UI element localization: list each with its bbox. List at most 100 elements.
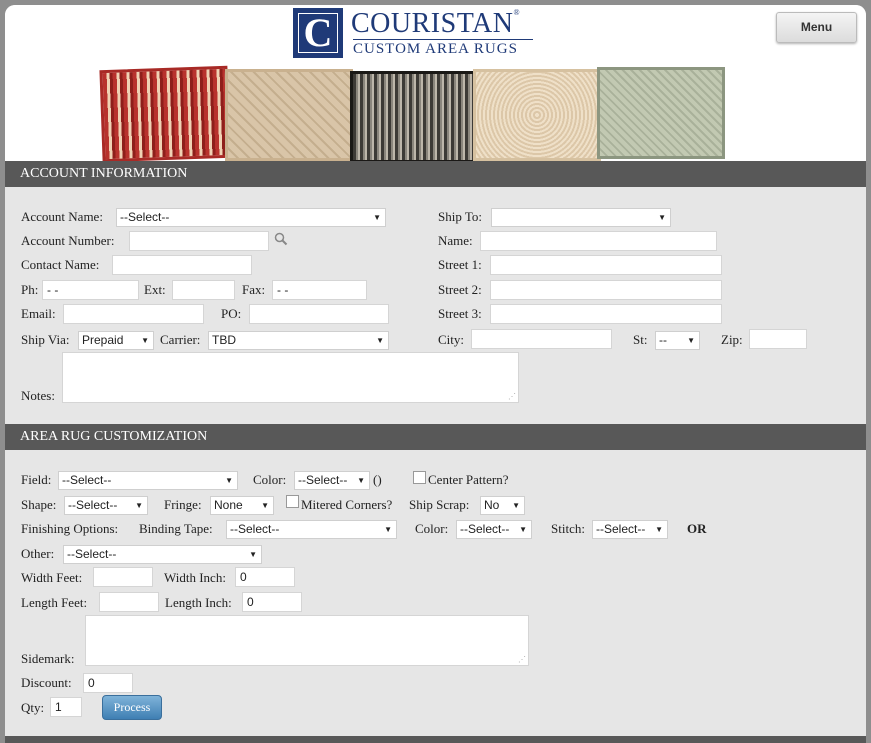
page-frame: C COURISTAN® CUSTOM AREA RUGS Menu ACCOU… bbox=[5, 5, 866, 743]
or-label: OR bbox=[687, 521, 707, 536]
finishing-options-label: Finishing Options: bbox=[21, 521, 119, 536]
state-label: St: bbox=[633, 332, 648, 347]
street3-label: Street 3: bbox=[438, 306, 482, 321]
shape-select-value: --Select-- bbox=[68, 498, 118, 512]
state-select[interactable]: -- ▼ bbox=[655, 331, 700, 350]
city-label: City: bbox=[438, 332, 465, 347]
ship-to-label: Ship To: bbox=[438, 209, 483, 224]
binding-color-select[interactable]: --Select-- ▼ bbox=[456, 520, 532, 539]
account-number-input[interactable] bbox=[129, 231, 269, 251]
carrier-label: Carrier: bbox=[160, 332, 201, 347]
notes-textarea[interactable]: ⋰ bbox=[62, 352, 519, 403]
binding-tape-select-value: --Select-- bbox=[230, 522, 280, 536]
email-input[interactable] bbox=[63, 304, 204, 324]
logo-title: COURISTAN® bbox=[351, 8, 520, 40]
street1-input[interactable] bbox=[490, 255, 722, 275]
city-input[interactable] bbox=[471, 329, 612, 349]
discount-label: Discount: bbox=[21, 675, 72, 690]
resize-grip-icon[interactable]: ⋰ bbox=[508, 393, 516, 401]
shape-label: Shape: bbox=[21, 497, 57, 512]
ext-input[interactable] bbox=[172, 280, 235, 300]
rug-image-tan-diamond bbox=[225, 69, 353, 161]
stitch-label: Stitch: bbox=[551, 521, 585, 536]
chevron-down-icon: ▼ bbox=[376, 336, 384, 345]
street1-label: Street 1: bbox=[438, 257, 482, 272]
binding-tape-label: Binding Tape: bbox=[139, 521, 213, 536]
email-label: Email: bbox=[21, 306, 56, 321]
header: C COURISTAN® CUSTOM AREA RUGS Menu bbox=[5, 5, 866, 163]
ship-via-label: Ship Via: bbox=[21, 332, 70, 347]
logo-mark-icon: C bbox=[293, 8, 343, 58]
ship-scrap-label: Ship Scrap: bbox=[409, 497, 470, 512]
resize-grip-icon[interactable]: ⋰ bbox=[518, 656, 526, 664]
logo-rule bbox=[353, 39, 533, 40]
sidemark-textarea[interactable]: ⋰ bbox=[85, 615, 529, 666]
customization-section-header: AREA RUG CUSTOMIZATION bbox=[5, 424, 866, 450]
other-select[interactable]: --Select-- ▼ bbox=[63, 545, 262, 564]
brand-name: COURISTAN bbox=[351, 8, 514, 39]
chevron-down-icon: ▼ bbox=[225, 476, 233, 485]
rug-image-sage-lattice bbox=[597, 67, 725, 159]
width-feet-input[interactable] bbox=[93, 567, 153, 587]
length-feet-label: Length Feet: bbox=[21, 595, 88, 610]
discount-input[interactable]: 0 bbox=[83, 673, 133, 693]
zip-label: Zip: bbox=[721, 332, 743, 347]
binding-tape-select[interactable]: --Select-- ▼ bbox=[226, 520, 397, 539]
chevron-down-icon: ▼ bbox=[687, 336, 695, 345]
mitered-corners-label: Mitered Corners? bbox=[301, 497, 393, 512]
fax-input[interactable]: - - bbox=[272, 280, 367, 300]
contact-name-input[interactable] bbox=[112, 255, 252, 275]
logo-mark-letter: C bbox=[298, 13, 338, 53]
carrier-select-value: TBD bbox=[212, 333, 236, 347]
length-feet-input[interactable] bbox=[99, 592, 159, 612]
carrier-select[interactable]: TBD ▼ bbox=[208, 331, 389, 350]
state-select-value: -- bbox=[659, 333, 667, 347]
street2-input[interactable] bbox=[490, 280, 722, 300]
account-section-header: ACCOUNT INFORMATION bbox=[5, 161, 866, 187]
qty-input[interactable]: 1 bbox=[50, 697, 82, 717]
ship-name-input[interactable] bbox=[480, 231, 717, 251]
center-pattern-checkbox[interactable] bbox=[413, 471, 426, 484]
account-name-select[interactable]: --Select-- ▼ bbox=[116, 208, 386, 227]
menu-button[interactable]: Menu bbox=[776, 12, 857, 43]
sidemark-label: Sidemark: bbox=[21, 651, 75, 666]
ship-via-select[interactable]: Prepaid ▼ bbox=[78, 331, 154, 350]
account-number-label: Account Number: bbox=[21, 233, 115, 248]
width-inch-input[interactable]: 0 bbox=[235, 567, 295, 587]
logo-tagline: CUSTOM AREA RUGS bbox=[353, 41, 518, 57]
ship-via-select-value: Prepaid bbox=[82, 333, 124, 347]
zip-input[interactable] bbox=[749, 329, 807, 349]
ship-scrap-select[interactable]: No ▼ bbox=[480, 496, 525, 515]
shape-select[interactable]: --Select-- ▼ bbox=[64, 496, 148, 515]
ship-scrap-select-value: No bbox=[484, 498, 500, 512]
phone-input[interactable]: - - bbox=[42, 280, 139, 300]
stitch-select-value: --Select-- bbox=[596, 522, 646, 536]
mitered-corners-checkbox[interactable] bbox=[286, 495, 299, 508]
process-button[interactable]: Process bbox=[102, 695, 162, 720]
length-inch-input[interactable]: 0 bbox=[242, 592, 302, 612]
color-select-value: --Select-- bbox=[298, 473, 348, 487]
ship-to-select[interactable]: ▼ bbox=[491, 208, 671, 227]
phone-label: Ph: bbox=[21, 282, 39, 297]
account-name-label: Account Name: bbox=[21, 209, 103, 224]
fringe-select-value: None bbox=[214, 498, 243, 512]
chevron-down-icon: ▼ bbox=[384, 525, 392, 534]
fringe-label: Fringe: bbox=[164, 497, 202, 512]
binding-color-label: Color: bbox=[415, 521, 449, 536]
street3-input[interactable] bbox=[490, 304, 722, 324]
field-select[interactable]: --Select-- ▼ bbox=[58, 471, 238, 490]
footer-bar bbox=[5, 736, 866, 743]
color-select[interactable]: --Select-- ▼ bbox=[294, 471, 370, 490]
fringe-select[interactable]: None ▼ bbox=[210, 496, 274, 515]
other-select-value: --Select-- bbox=[67, 547, 117, 561]
street2-label: Street 2: bbox=[438, 282, 482, 297]
search-icon[interactable] bbox=[274, 232, 288, 246]
field-label: Field: bbox=[21, 472, 52, 487]
width-feet-label: Width Feet: bbox=[21, 570, 83, 585]
chevron-down-icon: ▼ bbox=[357, 476, 365, 485]
stitch-select[interactable]: --Select-- ▼ bbox=[592, 520, 668, 539]
contact-name-label: Contact Name: bbox=[21, 257, 100, 272]
chevron-down-icon: ▼ bbox=[249, 550, 257, 559]
width-inch-label: Width Inch: bbox=[164, 570, 226, 585]
po-input[interactable] bbox=[249, 304, 389, 324]
